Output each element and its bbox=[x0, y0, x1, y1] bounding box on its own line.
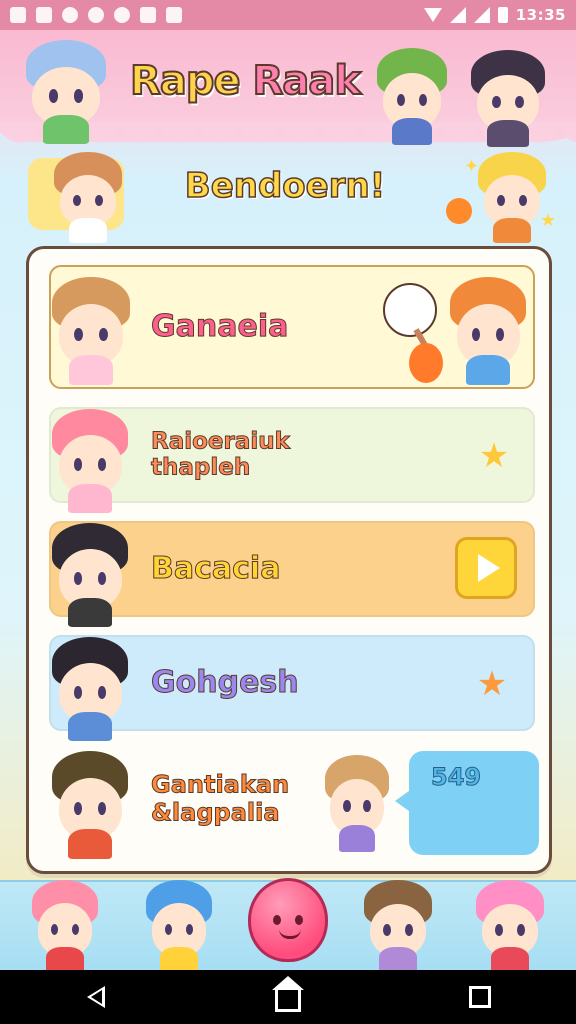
back-button[interactable] bbox=[66, 975, 126, 1019]
bottom-avatar-pink-hair[interactable] bbox=[470, 880, 550, 973]
home-button[interactable] bbox=[258, 975, 318, 1019]
header-avatar-green-hair[interactable] bbox=[370, 48, 454, 146]
play-icon bbox=[478, 554, 500, 582]
usb-icon bbox=[140, 7, 156, 23]
back-icon bbox=[87, 986, 105, 1008]
recent-apps-button[interactable] bbox=[450, 975, 510, 1019]
list-item-label: Ganaeia bbox=[150, 308, 289, 345]
list-item[interactable]: Bacacia bbox=[49, 521, 535, 627]
list-item[interactable]: Gohgesh ★ bbox=[49, 635, 535, 741]
list-avatar-dark-hair-boy bbox=[45, 637, 135, 741]
deco-star-icon: ✦ bbox=[464, 156, 480, 177]
list-avatar-blonde-boy bbox=[319, 755, 395, 853]
bottom-avatar-blue-hair[interactable] bbox=[140, 880, 218, 973]
song-list-panel: Ganaeia Raioeraiuk thapleh ★ Bacacia Goh… bbox=[26, 246, 552, 874]
list-item[interactable]: Ganaeia bbox=[49, 265, 535, 389]
list-item-label: Bacacia bbox=[150, 550, 281, 587]
header-avatar-dark-hair[interactable] bbox=[464, 50, 552, 148]
play-button[interactable] bbox=[455, 537, 517, 599]
signal-icon-2 bbox=[473, 7, 490, 23]
status-time: 13:35 bbox=[515, 6, 566, 24]
battery-icon bbox=[497, 7, 508, 23]
list-avatar-pink-hair bbox=[45, 409, 135, 513]
center-blob-button[interactable] bbox=[248, 878, 328, 962]
list-item[interactable]: Raioeraiuk thapleh ★ bbox=[49, 407, 535, 513]
system-nav-bar bbox=[0, 970, 576, 1024]
image-icon bbox=[10, 7, 26, 23]
header-avatar-blue-hair[interactable] bbox=[18, 40, 114, 144]
signal-icon bbox=[449, 7, 466, 23]
bottom-avatar-pink-cat[interactable] bbox=[26, 880, 104, 973]
score-value: 549 bbox=[430, 763, 482, 792]
list-item-label: Gohgesh bbox=[151, 664, 300, 701]
recent-apps-icon bbox=[469, 986, 491, 1008]
banner-title: Bendoern! bbox=[184, 165, 386, 207]
list-item-label: Gantiakan &lagpalia bbox=[150, 770, 290, 826]
microphone-icon bbox=[383, 283, 437, 337]
alert-icon bbox=[62, 7, 78, 23]
star-icon[interactable]: ★ bbox=[475, 667, 509, 701]
record-icon bbox=[114, 7, 130, 23]
microphone-icon bbox=[446, 198, 472, 224]
microphone-ball-icon bbox=[409, 343, 443, 383]
list-avatar-black-hair bbox=[45, 523, 135, 627]
banner-avatar-cat bbox=[48, 152, 128, 243]
wifi-icon bbox=[423, 8, 442, 22]
status-bar: 13:35 bbox=[0, 0, 576, 30]
notification-icon bbox=[36, 7, 52, 23]
bottom-avatar-brown-cat[interactable] bbox=[358, 880, 438, 973]
compass-icon bbox=[88, 7, 104, 23]
list-item-label: Raioeraiuk thapleh bbox=[151, 428, 291, 481]
score-box[interactable]: 549 bbox=[395, 751, 539, 855]
star-icon[interactable]: ★ bbox=[477, 439, 511, 473]
list-avatar-brown-hair bbox=[45, 751, 135, 859]
deco-star-icon: ★ bbox=[540, 210, 557, 231]
list-avatar-orange-hair bbox=[443, 277, 533, 385]
app-title: Rape Raak bbox=[129, 57, 362, 105]
list-item[interactable]: Gantiakan &lagpalia 549 bbox=[49, 749, 539, 859]
accessibility-icon bbox=[166, 7, 182, 23]
list-avatar-cat-girl bbox=[45, 277, 137, 385]
home-icon bbox=[272, 976, 304, 1012]
